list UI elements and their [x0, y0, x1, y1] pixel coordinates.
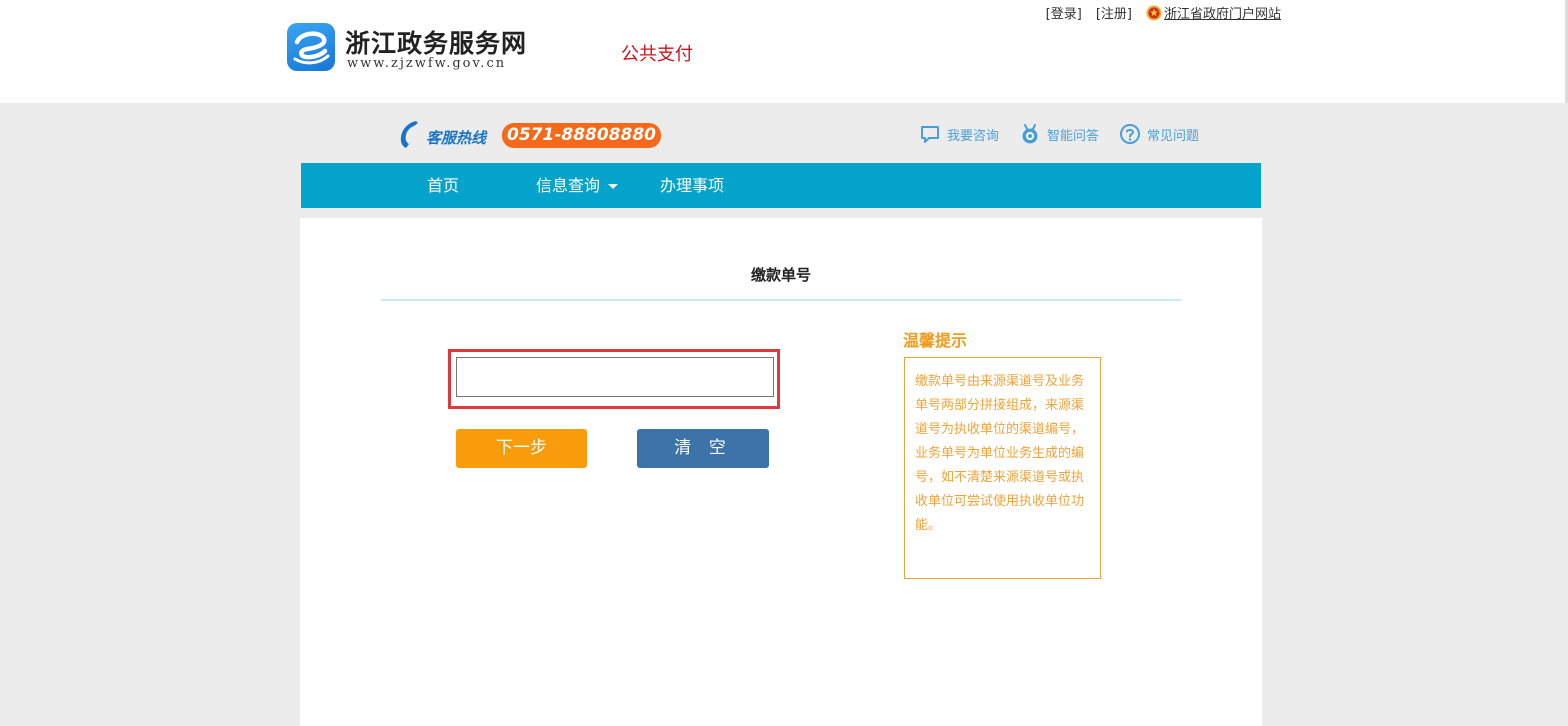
- nav-item-affairs[interactable]: 办理事项: [660, 163, 724, 208]
- nav-item-home-label: 首页: [427, 176, 460, 195]
- chat-bubble-icon: [921, 126, 939, 143]
- ai-qa-label: 智能问答: [1047, 128, 1100, 144]
- section-title: 公共支付: [621, 44, 693, 65]
- register-link[interactable]: [注册]: [1096, 3, 1132, 22]
- hotline-label: 客服热线: [426, 129, 487, 147]
- faq-link[interactable]: 常见问题: [1119, 123, 1199, 145]
- hotline-number: 0571-88808880: [502, 123, 661, 148]
- nav-item-info-query[interactable]: 信息查询: [536, 163, 619, 208]
- next-step-button[interactable]: 下一步: [456, 429, 587, 468]
- robot-icon: [1022, 124, 1038, 144]
- phone-icon: [400, 121, 418, 148]
- main-content: 缴款单号 下一步 清 空 温馨提示 缴款单号由来源渠道号及业务单号两部分拼接组成…: [300, 218, 1262, 726]
- site-name[interactable]: 浙江政务服务网: [345, 24, 527, 60]
- nav-item-affairs-label: 办理事项: [660, 176, 725, 195]
- title-divider: [381, 299, 1181, 301]
- main-nav: 首页 信息查询 办理事项: [301, 163, 1261, 208]
- form-title: 缴款单号: [750, 266, 811, 284]
- clear-button[interactable]: 清 空: [637, 429, 769, 468]
- portal-link-label: 浙江省政府门户网站: [1163, 7, 1281, 22]
- tips-box: 缴款单号由来源渠道号及业务单号两部分拼接组成，来源渠道号为执收单位的渠道编号，业…: [904, 357, 1101, 579]
- site-header: 浙江政务服务网 www.zjzwfw.gov.cn 公共支付 [登录] [注册]…: [0, 0, 1568, 103]
- faq-label: 常见问题: [1147, 128, 1200, 144]
- consult-label: 我要咨询: [947, 128, 1000, 144]
- ai-qa-link[interactable]: 智能问答: [1019, 123, 1099, 145]
- site-url: www.zjzwfw.gov.cn: [347, 56, 507, 71]
- top-links: [登录] [注册] 浙江省政府门户网站: [1046, 3, 1281, 22]
- portal-link[interactable]: 浙江省政府门户网站: [1146, 3, 1281, 22]
- order-number-input[interactable]: [456, 357, 774, 397]
- nav-item-home[interactable]: 首页: [427, 163, 459, 208]
- caret-down-icon: [608, 184, 619, 189]
- question-circle-icon: [1120, 124, 1140, 144]
- nav-item-info-query-label: 信息查询: [536, 176, 601, 195]
- consult-link[interactable]: 我要咨询: [919, 123, 999, 145]
- order-input-highlight: [448, 349, 780, 409]
- site-logo-icon[interactable]: [287, 23, 335, 71]
- tips-text: 缴款单号由来源渠道号及业务单号两部分拼接组成，来源渠道号为执收单位的渠道编号，业…: [915, 374, 1085, 533]
- login-link[interactable]: [登录]: [1046, 3, 1082, 22]
- national-emblem-icon: [1146, 5, 1162, 20]
- tips-title: 温馨提示: [903, 331, 968, 350]
